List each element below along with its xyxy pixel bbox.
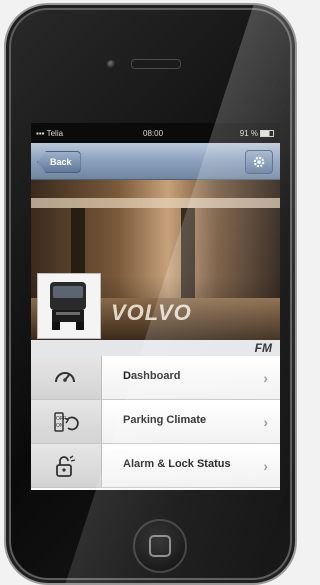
gear-icon bbox=[253, 156, 265, 168]
status-bar: ▪▪▪ Telia 08:00 91 % bbox=[31, 123, 280, 143]
menu-item-label: Alarm & Lock Status bbox=[123, 458, 231, 470]
hero-pillar bbox=[181, 208, 195, 308]
front-camera-icon bbox=[107, 60, 116, 69]
hero-brand-text: VOLVO bbox=[111, 300, 192, 325]
svg-text:ON: ON bbox=[56, 423, 64, 429]
menu-item-label: Parking Climate bbox=[123, 414, 207, 426]
menu-item-label: Dashboard bbox=[123, 370, 181, 382]
back-button[interactable]: Back bbox=[37, 151, 81, 173]
truck-icon bbox=[50, 282, 86, 330]
speedometer-icon bbox=[55, 372, 75, 383]
settings-button[interactable] bbox=[245, 150, 273, 174]
svg-text:OFF: OFF bbox=[56, 416, 66, 422]
earpiece-speaker bbox=[131, 59, 181, 69]
menu-icon-cell bbox=[31, 356, 102, 399]
truck-thumbnail[interactable] bbox=[37, 273, 101, 339]
menu-icon-cell: OFF ON bbox=[31, 400, 102, 443]
model-strip: FM bbox=[31, 340, 280, 356]
carrier-name: Telia bbox=[46, 129, 64, 138]
home-square-icon bbox=[149, 535, 171, 557]
parking-climate-icon: OFF ON bbox=[54, 412, 79, 432]
chevron-right-icon: › bbox=[263, 370, 268, 386]
battery-icon bbox=[260, 130, 274, 138]
menu-item-parking-climate[interactable]: OFF ON Parking Climate › bbox=[31, 400, 280, 444]
phone-frame: ▪▪▪ Telia 08:00 91 % Back VOLVO FM Dashb… bbox=[4, 3, 297, 585]
menu-icon-cell bbox=[31, 444, 102, 487]
chevron-right-icon: › bbox=[263, 414, 268, 430]
status-time: 08:00 bbox=[143, 129, 164, 138]
hero-beam bbox=[31, 198, 280, 208]
home-button[interactable] bbox=[133, 519, 187, 573]
model-label: FM bbox=[254, 341, 272, 355]
carrier-label: ▪▪▪ Telia bbox=[36, 129, 63, 138]
screen: ▪▪▪ Telia 08:00 91 % Back VOLVO FM Dashb… bbox=[31, 123, 280, 490]
navigation-bar: Back bbox=[31, 143, 280, 180]
chevron-right-icon: › bbox=[263, 458, 268, 474]
battery-percent: 91 % bbox=[239, 129, 258, 138]
lock-icon bbox=[56, 455, 76, 477]
battery-status: 91 % bbox=[240, 129, 274, 138]
menu-item-alarm-lock-status[interactable]: Alarm & Lock Status › bbox=[31, 444, 280, 488]
menu-list: Dashboard › OFF ON Parking Climate › Ala… bbox=[31, 356, 280, 490]
menu-item-dashboard[interactable]: Dashboard › bbox=[31, 356, 280, 400]
signal-icon: ▪▪▪ bbox=[36, 129, 47, 138]
